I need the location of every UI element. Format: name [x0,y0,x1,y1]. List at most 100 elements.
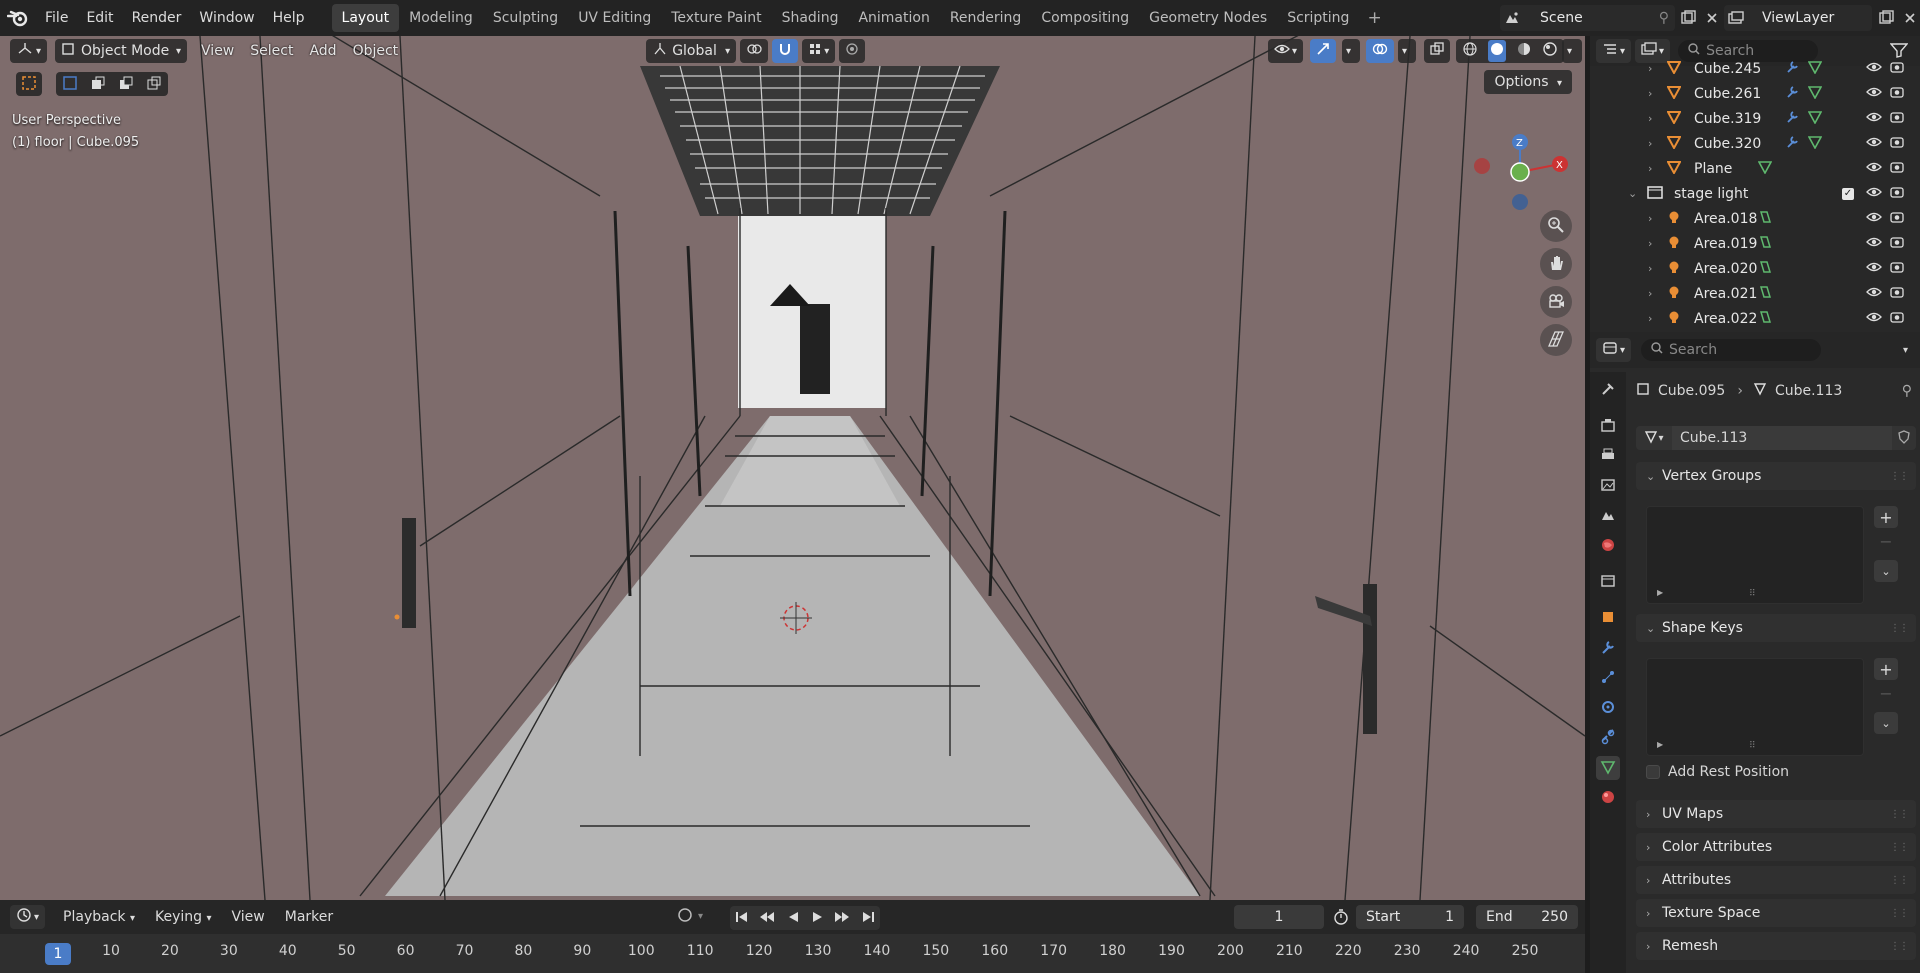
jump-end-icon[interactable] [861,910,875,927]
tab-render[interactable] [1596,414,1620,438]
mode-selector[interactable]: Object Mode ▾ [55,39,188,63]
play-reverse-icon[interactable] [786,910,800,927]
expand-chevron-icon[interactable]: ⌄ [1628,187,1637,200]
menu-file[interactable]: File [36,4,77,32]
outliner-row[interactable]: › Area.019 [1590,231,1920,256]
properties-editor-type[interactable]: ▾ [1596,338,1632,362]
outliner-row[interactable]: › Area.022 [1590,306,1920,331]
add-shape-key-button[interactable]: + [1874,658,1898,680]
eye-icon[interactable] [1866,186,1882,202]
playhead-frame-marker[interactable]: 1 [45,943,71,965]
eye-icon[interactable] [1866,311,1882,327]
select-box-tool[interactable] [16,72,42,96]
eye-icon[interactable] [1866,211,1882,227]
camera-view-tool[interactable] [1540,286,1572,318]
ortho-toggle-tool[interactable] [1540,324,1572,356]
pivot-point-button[interactable] [740,39,769,63]
camera-render-icon[interactable] [1890,135,1904,153]
outliner-row[interactable]: › Area.021 [1590,281,1920,306]
fake-user-button[interactable] [1892,426,1916,450]
expand-chevron-icon[interactable]: › [1648,87,1652,100]
properties-search-input[interactable]: Search [1641,339,1822,361]
options-dropdown[interactable]: Options ▾ [1484,70,1572,94]
menu-render[interactable]: Render [123,4,191,32]
panel-texture-space[interactable]: › Texture Space ⋮⋮ [1636,899,1916,927]
wrench-icon[interactable] [1786,110,1800,128]
pan-tool[interactable] [1540,248,1572,280]
tab-material[interactable] [1596,786,1620,810]
snap-toggle[interactable] [772,39,799,63]
tab-output[interactable] [1596,444,1620,468]
tab-scripting[interactable]: Scripting [1277,4,1359,32]
add-workspace-button[interactable]: + [1359,8,1389,28]
remove-shape-key-button[interactable]: − [1874,682,1898,704]
datablock-name-field[interactable]: Cube.113 [1672,426,1892,450]
drag-handle-icon[interactable]: ⋮⋮ [1890,908,1909,919]
current-frame-field[interactable]: 1 [1234,905,1324,929]
expand-chevron-icon[interactable]: › [1648,162,1652,175]
datablock-browse-button[interactable]: ▾ [1636,426,1672,450]
viewport-menu-view[interactable]: View [193,39,242,63]
menu-window[interactable]: Window [190,4,263,32]
camera-render-icon[interactable] [1890,235,1904,253]
timeline-menu-view[interactable]: View [222,909,275,925]
subtract-selection-icon[interactable] [118,75,134,94]
drag-handle-icon[interactable]: ⋮⋮ [1890,842,1909,853]
expand-chevron-icon[interactable]: › [1648,62,1652,75]
jump-start-icon[interactable] [735,910,749,927]
shape-key-specials-button[interactable]: ⌄ [1874,712,1898,734]
overlays-toggle[interactable] [1366,39,1394,63]
tab-object[interactable] [1596,606,1620,630]
tab-collection[interactable] [1596,570,1620,594]
viewport-menu-add[interactable]: Add [301,39,344,63]
transform-orientation-selector[interactable]: Global ▾ [646,39,737,63]
overlays-dropdown[interactable]: ▾ [1398,39,1416,63]
timeline-menu-keying[interactable]: Keying ▾ [145,909,222,925]
expand-chevron-icon[interactable]: › [1648,137,1652,150]
camera-render-icon[interactable] [1890,110,1904,128]
shading-selector[interactable] [1456,39,1564,63]
tab-object-data[interactable] [1596,756,1620,780]
camera-render-icon[interactable] [1890,85,1904,103]
mesh-data-icon[interactable] [1807,60,1823,78]
camera-render-icon[interactable] [1890,185,1904,203]
tab-world[interactable] [1596,534,1620,558]
snap-target-button[interactable]: ▾ [802,39,836,63]
eye-icon[interactable] [1866,111,1882,127]
camera-render-icon[interactable] [1890,285,1904,303]
menu-edit[interactable]: Edit [77,4,122,32]
expand-chevron-icon[interactable]: › [1648,212,1652,225]
mesh-data-icon[interactable] [1807,135,1823,153]
outliner-row[interactable]: › Cube.245 [1590,56,1920,81]
shape-keys-list[interactable]: ▶ ⠿ [1646,658,1864,756]
eye-icon[interactable] [1866,86,1882,102]
gizmo-dropdown[interactable]: ▾ [1342,39,1360,63]
outliner-row[interactable]: › Cube.261 [1590,81,1920,106]
pin-icon[interactable]: ⚲ [1902,383,1912,399]
delete-scene-icon[interactable] [1700,6,1724,30]
timeline-editor-type[interactable]: ▾ [10,905,46,929]
eye-icon[interactable] [1866,236,1882,252]
drag-handle-icon[interactable]: ⋮⋮ [1890,471,1909,482]
new-selection-icon[interactable] [62,75,78,94]
mesh-data-icon[interactable] [1757,160,1773,178]
intersect-selection-icon[interactable] [146,75,162,94]
light-data-icon[interactable] [1758,285,1772,303]
tab-layout[interactable]: Layout [331,4,400,32]
stopwatch-icon[interactable] [1332,908,1350,929]
xray-toggle[interactable] [1424,39,1450,63]
start-frame-field[interactable]: Start 1 [1356,905,1464,929]
solid-shading-icon[interactable] [1488,40,1506,62]
panel-remesh[interactable]: › Remesh ⋮⋮ [1636,932,1916,960]
wrench-icon[interactable] [1786,85,1800,103]
resize-grip-icon[interactable]: ⠿ [1749,741,1756,751]
next-keyframe-icon[interactable] [834,910,850,927]
3d-viewport[interactable]: ▾ Object Mode ▾ View Select Add Object G… [0,36,1585,900]
rendered-shading-icon[interactable] [1542,41,1558,61]
mesh-data-icon[interactable] [1807,110,1823,128]
tab-physics[interactable] [1596,696,1620,720]
add-vertex-group-button[interactable]: + [1874,506,1898,528]
eye-icon[interactable] [1866,136,1882,152]
tab-sculpting[interactable]: Sculpting [483,4,568,32]
blender-logo-icon[interactable] [0,0,36,36]
